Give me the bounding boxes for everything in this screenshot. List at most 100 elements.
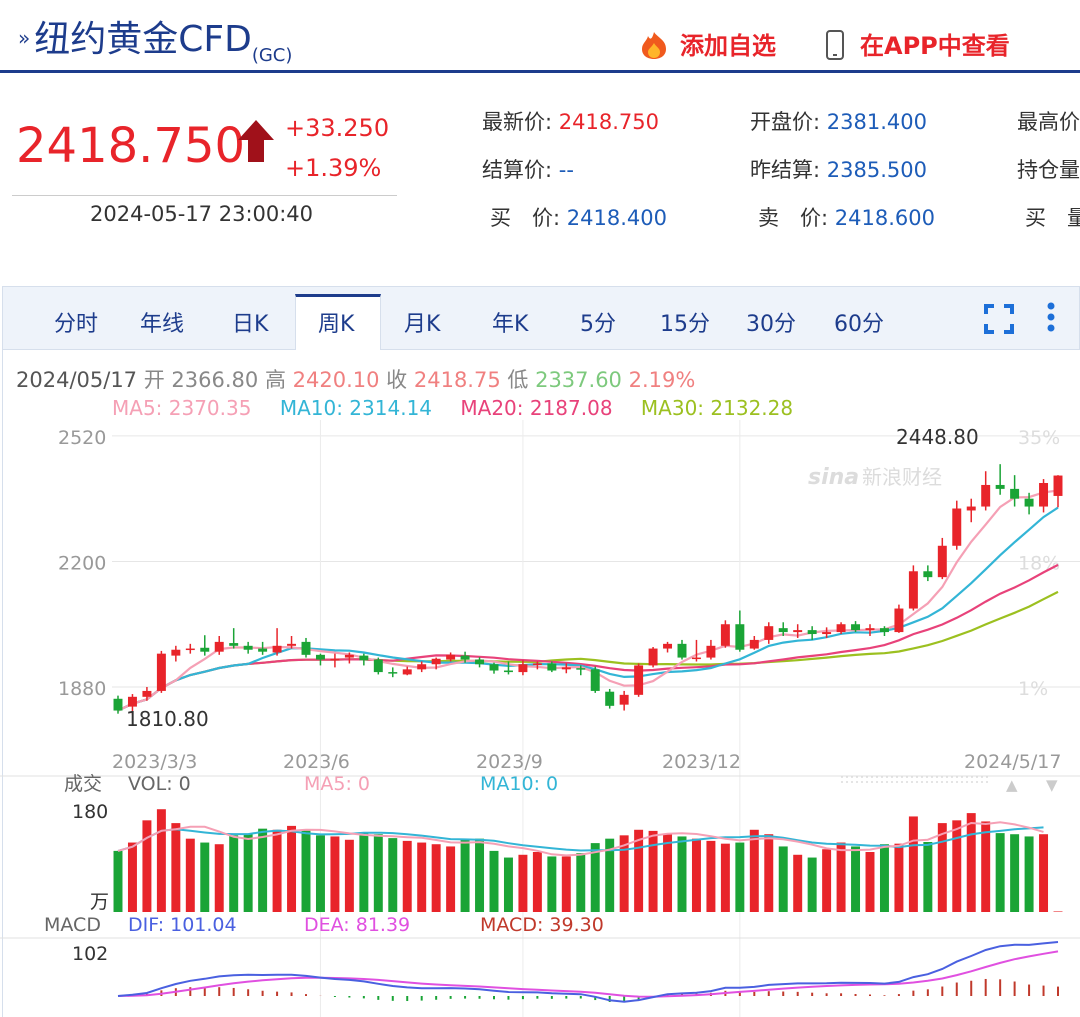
- candle-body: [836, 624, 846, 633]
- volume-bar: [359, 833, 369, 912]
- add-favorite-label: 添加自选: [680, 32, 776, 60]
- view-in-app-button[interactable]: 在APP中查看: [826, 26, 1010, 61]
- volume-top-tick: 180: [72, 801, 108, 823]
- volume-bar: [1039, 834, 1049, 912]
- tab-daily-k[interactable]: 日K: [232, 306, 268, 338]
- candle-body: [113, 698, 123, 711]
- tab-intraday[interactable]: 分时: [54, 306, 98, 338]
- prev-settle-field: 昨结算: 2385.500: [750, 158, 927, 182]
- tab-monthly-k[interactable]: 月K: [404, 306, 440, 338]
- candle-body: [778, 628, 788, 633]
- fire-icon: [642, 32, 666, 59]
- price-change: +33.250: [285, 114, 390, 142]
- candle-body: [460, 655, 470, 660]
- candle-body: [923, 571, 933, 578]
- volume-bar: [460, 838, 470, 912]
- volume-bar: [908, 816, 918, 912]
- candle-body: [156, 653, 166, 691]
- settle-price-field: 结算价: --: [482, 158, 574, 182]
- volume-bar: [966, 813, 976, 912]
- double-chevron-right-icon: »: [18, 26, 31, 50]
- volume-bar: [171, 823, 181, 912]
- candle-body: [807, 630, 817, 635]
- volume-title: 成交: [64, 773, 102, 795]
- volume-bar: [894, 843, 904, 912]
- min-price-label: 1810.80: [126, 707, 209, 731]
- tab-yearly-k[interactable]: 年K: [492, 306, 528, 338]
- fullscreen-icon[interactable]: [984, 304, 1014, 334]
- date-tick-label: 2023/6: [283, 751, 350, 773]
- candle-body: [359, 655, 369, 661]
- candle-body: [127, 696, 137, 707]
- volume-bar: [807, 857, 817, 912]
- price-tick-label: 2200: [58, 552, 106, 574]
- volume-bar: [547, 856, 557, 912]
- tab-weekly-k[interactable]: 周K: [318, 306, 354, 338]
- volume-bar: [793, 854, 803, 912]
- watermark-text: 新浪财经: [862, 465, 942, 489]
- candle-body: [865, 628, 875, 631]
- candle-body: [171, 649, 181, 656]
- candle-body: [1039, 483, 1049, 507]
- bid-price-field: 买 价: 2418.400: [490, 206, 667, 230]
- sina-logo-icon: sina: [808, 465, 859, 490]
- volume-bar: [156, 809, 166, 912]
- volume-bar: [648, 830, 658, 912]
- volume-bar: [764, 834, 774, 912]
- volume-bar: [720, 843, 730, 912]
- volume-bar: [315, 835, 325, 912]
- tab-60min[interactable]: 60分: [834, 306, 884, 338]
- volume-bar: [489, 850, 499, 912]
- volume-bar: [561, 856, 571, 912]
- ask-price-field: 卖 价: 2418.600: [758, 206, 935, 230]
- volume-bar: [735, 842, 745, 912]
- candle-body: [995, 484, 1005, 489]
- volume-ma10-label: MA10: 0: [480, 773, 558, 795]
- candle-body: [937, 545, 947, 578]
- volume-bar: [1053, 911, 1063, 912]
- date-tick-label: 2023/9: [476, 751, 543, 773]
- candle-body: [287, 643, 297, 646]
- volume-bar: [1024, 836, 1034, 912]
- volume-bar: [373, 834, 383, 912]
- phone-icon: [826, 30, 844, 60]
- scroll-track: [838, 776, 988, 786]
- bid-volume-field: 买 量: [1025, 206, 1080, 230]
- candle-body: [330, 658, 340, 661]
- add-favorite-button[interactable]: 添加自选: [636, 26, 776, 61]
- volume-bar: [431, 844, 441, 912]
- volume-bar: [691, 838, 701, 912]
- more-vertical-icon[interactable]: [1044, 300, 1058, 334]
- tab-15min[interactable]: 15分: [660, 306, 710, 338]
- price-tick-label: 2520: [58, 427, 106, 449]
- candle-body: [879, 628, 889, 633]
- candle-body: [301, 641, 311, 655]
- candle-body: [634, 665, 644, 695]
- tab-5min[interactable]: 5分: [580, 306, 616, 338]
- volume-bar: [287, 825, 297, 912]
- volume-bar: [258, 828, 268, 912]
- macd-dif-label: DIF: 101.04: [128, 914, 237, 936]
- pct-tick-label: 18%: [1018, 552, 1060, 574]
- latest-price-field: 最新价: 2418.750: [482, 110, 659, 134]
- volume-bar: [836, 842, 846, 912]
- candle-body: [547, 663, 557, 671]
- volume-bar: [388, 838, 398, 912]
- candle-body: [720, 624, 730, 646]
- volume-bar: [185, 838, 195, 912]
- volume-unit: 万: [90, 891, 109, 913]
- tab-30min[interactable]: 30分: [746, 306, 796, 338]
- candle-body: [952, 508, 962, 546]
- candle-body: [200, 647, 210, 652]
- candlestick-chart[interactable]: 2520 35% 2200 18% 1880 1% 2023/3/3 2023/6 2023/9…: [0, 420, 1080, 1017]
- volume-bar: [518, 854, 528, 912]
- date-tick-label: 2024/5/17: [964, 751, 1061, 773]
- candle-body: [315, 654, 325, 660]
- candle-body: [402, 669, 412, 675]
- pct-tick-label: 35%: [1018, 427, 1060, 449]
- volume-bar: [532, 852, 542, 912]
- candle-body: [243, 645, 253, 650]
- tab-year-line[interactable]: 年线: [140, 306, 184, 338]
- candle-body: [142, 690, 152, 697]
- candle-body: [1024, 498, 1034, 507]
